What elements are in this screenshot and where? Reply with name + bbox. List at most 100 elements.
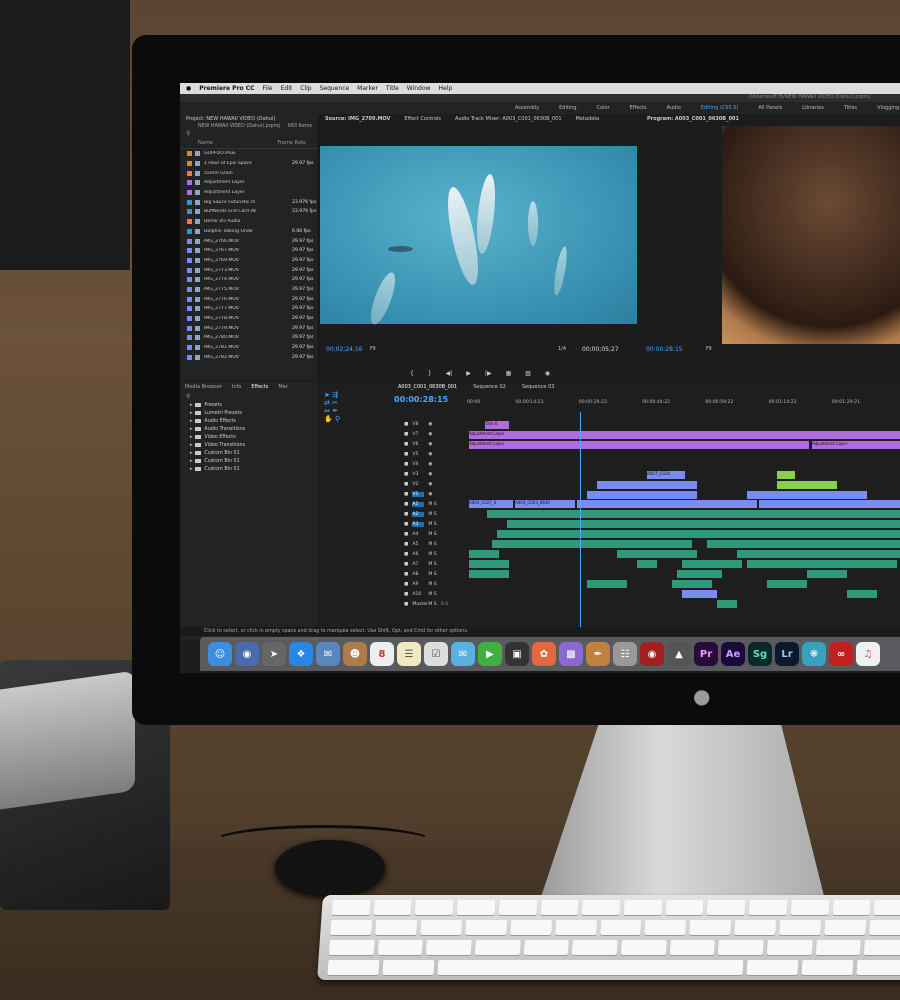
- track-header[interactable]: ■ V7 ◉: [392, 429, 466, 439]
- label-color-swatch[interactable]: [187, 190, 192, 196]
- razor-tool-icon[interactable]: ✂: [332, 399, 338, 407]
- workspace-titles[interactable]: Titles: [844, 105, 857, 111]
- eye-icon[interactable]: ◉: [428, 442, 432, 447]
- track-lock-icon[interactable]: ■: [404, 532, 408, 537]
- master-volume[interactable]: 0.0: [441, 602, 448, 607]
- col-frame-rate[interactable]: Frame Rate: [277, 140, 306, 146]
- audio-clip[interactable]: [507, 520, 900, 528]
- label-color-swatch[interactable]: [187, 238, 192, 244]
- video-clip[interactable]: [587, 491, 697, 499]
- effects-folder[interactable]: ▸ Custom Bin 01: [180, 457, 318, 465]
- col-name[interactable]: Name: [198, 140, 213, 146]
- audio-clip[interactable]: [587, 580, 627, 588]
- program-video-frame[interactable]: [722, 126, 900, 344]
- effects-folder[interactable]: ▸ Lumetri Presets: [180, 409, 318, 417]
- audio-clip[interactable]: [807, 570, 847, 578]
- slip-tool-icon[interactable]: ⇔: [324, 407, 330, 415]
- lightroom-icon[interactable]: Lr: [775, 642, 799, 666]
- workspace-editing[interactable]: Editing: [559, 105, 576, 111]
- project-item[interactable]: IMG_2782.MOV 29.97 fps: [180, 352, 318, 362]
- track-lock-icon[interactable]: ■: [404, 562, 408, 567]
- title-clip[interactable]: Title 0: [485, 421, 509, 429]
- eye-icon[interactable]: ◉: [428, 482, 432, 487]
- track-lock-icon[interactable]: ■: [404, 432, 408, 437]
- audio-clip[interactable]: [672, 580, 712, 588]
- mark-out-icon[interactable]: }: [428, 370, 432, 377]
- track-header[interactable]: ■ A3 M S: [392, 519, 466, 529]
- audio-clip[interactable]: [717, 600, 737, 608]
- project-item[interactable]: IMG_2777.MOV 29.97 fps: [180, 304, 318, 314]
- creative-cloud-icon[interactable]: ∞: [829, 642, 853, 666]
- after-effects-icon[interactable]: Ae: [721, 642, 745, 666]
- pen-tool-icon[interactable]: ✒: [332, 407, 338, 415]
- track-lock-icon[interactable]: ■: [404, 602, 408, 607]
- tab-sequence-main[interactable]: A003_C001_0630B_001: [398, 384, 457, 390]
- eye-icon[interactable]: ◉: [428, 472, 432, 477]
- dvd-player-icon[interactable]: ◉: [640, 642, 664, 666]
- video-clip[interactable]: A007_C024: [647, 471, 685, 479]
- project-item[interactable]: Dolphin Talking Unde 6.00 fps: [180, 227, 318, 237]
- disclosure-triangle-icon[interactable]: ▸: [190, 427, 192, 432]
- audio-clip[interactable]: [747, 560, 897, 568]
- facetime-icon[interactable]: ▶: [478, 642, 502, 666]
- photos-icon[interactable]: ✿: [532, 642, 556, 666]
- effects-search-icon[interactable]: ⚲: [180, 392, 318, 401]
- track-lock-icon[interactable]: ■: [404, 592, 408, 597]
- workspace-editing-cs55[interactable]: Editing (CS5.5): [701, 105, 739, 111]
- audio-clip[interactable]: [487, 510, 900, 518]
- disclosure-triangle-icon[interactable]: ▸: [190, 411, 192, 416]
- track-header[interactable]: ■ A1 M S: [392, 499, 466, 509]
- preview-icon[interactable]: ☷: [613, 642, 637, 666]
- eye-icon[interactable]: ◉: [428, 422, 432, 427]
- track-lock-icon[interactable]: ■: [404, 522, 408, 527]
- tab-effect-controls[interactable]: Effect Controls: [404, 116, 441, 122]
- project-item[interactable]: Adjustment Layer: [180, 188, 318, 198]
- safari-icon[interactable]: ❖: [289, 642, 313, 666]
- app-menu[interactable]: Premiere Pro CC: [199, 85, 254, 92]
- project-item[interactable]: IMG_2766.MOV 29.97 fps: [180, 236, 318, 246]
- audio-clip[interactable]: [637, 560, 657, 568]
- video-clip[interactable]: [577, 500, 757, 508]
- mark-in-icon[interactable]: {: [410, 370, 414, 377]
- insert-icon[interactable]: ▦: [506, 370, 512, 377]
- audio-clip[interactable]: [677, 570, 722, 578]
- tab-sequence-03[interactable]: Sequence 03: [522, 384, 555, 390]
- tab-source[interactable]: Source: IMG_2709.MOV: [325, 116, 390, 122]
- audio-clip[interactable]: [847, 590, 877, 598]
- audio-clip[interactable]: [492, 540, 692, 548]
- adjustment-layer-clip[interactable]: Adjustment Layer: [812, 441, 900, 449]
- audio-clip[interactable]: [469, 560, 509, 568]
- effects-folder[interactable]: ▸ Custom Bin 01: [180, 465, 318, 473]
- track-header[interactable]: ■ V3 ◉: [392, 469, 466, 479]
- label-color-swatch[interactable]: [187, 286, 192, 292]
- track-lock-icon[interactable]: ■: [404, 582, 408, 587]
- eye-icon[interactable]: ◉: [428, 492, 432, 497]
- mute-solo-buttons[interactable]: M S: [428, 542, 436, 547]
- overwrite-icon[interactable]: ▧: [525, 370, 531, 377]
- video-clip[interactable]: A003_C027_0: [469, 500, 513, 508]
- effects-folder[interactable]: ▸ Presets: [180, 401, 318, 409]
- messages-icon[interactable]: ✉: [451, 642, 475, 666]
- label-color-swatch[interactable]: [187, 296, 192, 302]
- menu-clip[interactable]: Clip: [300, 85, 311, 92]
- project-item[interactable]: IMG_2776.MOV 29.97 fps: [180, 294, 318, 304]
- video-clip[interactable]: [759, 500, 900, 508]
- track-lock-icon[interactable]: ■: [404, 452, 408, 457]
- workspace-all-panels[interactable]: All Panels: [758, 105, 782, 111]
- project-item[interactable]: 1 Hour of Epic Space 29.97 fps: [180, 159, 318, 169]
- track-header[interactable]: ■ V1 ◉: [392, 489, 466, 499]
- siri-icon[interactable]: ◉: [235, 642, 259, 666]
- label-color-swatch[interactable]: [187, 316, 192, 322]
- source-video-frame[interactable]: [320, 146, 637, 328]
- video-clip[interactable]: [597, 481, 697, 489]
- label-color-swatch[interactable]: [187, 219, 192, 225]
- program-timecode[interactable]: 00:00:28:15: [646, 346, 683, 353]
- label-color-swatch[interactable]: [187, 209, 192, 215]
- tab-info[interactable]: Info: [232, 384, 241, 390]
- app-store-icon[interactable]: ▲: [667, 642, 691, 666]
- effects-folder[interactable]: ▸ Audio Effects: [180, 417, 318, 425]
- label-color-swatch[interactable]: [187, 248, 192, 254]
- tab-effects[interactable]: Effects: [251, 384, 268, 390]
- audio-clip[interactable]: [682, 590, 717, 598]
- tab-sequence-02[interactable]: Sequence 02: [473, 384, 506, 390]
